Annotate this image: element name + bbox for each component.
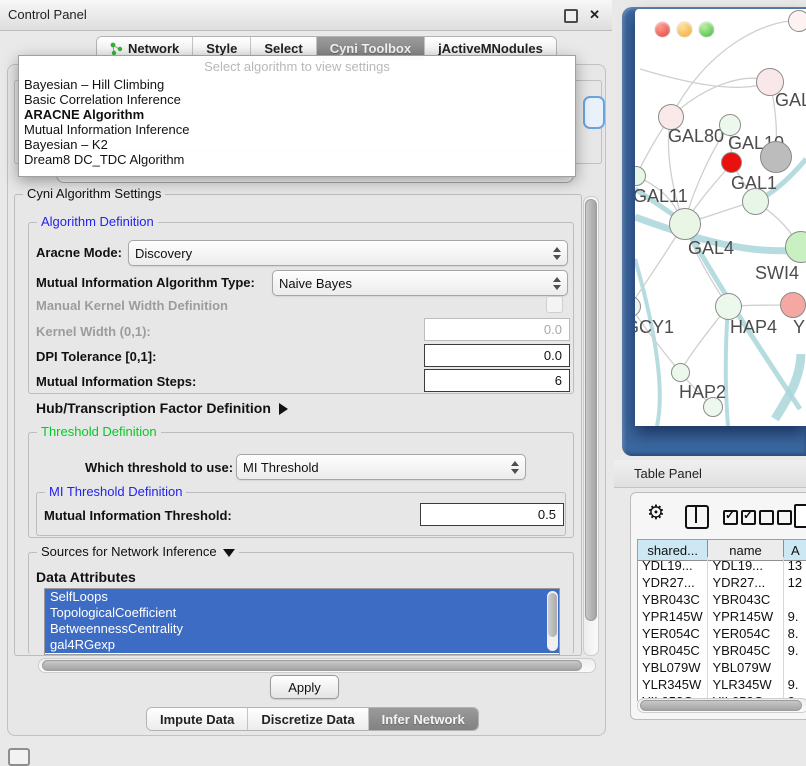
aracne-mode-combobox[interactable]: Discovery xyxy=(128,240,568,266)
kernel-width-field[interactable]: 0.0 xyxy=(424,318,570,341)
aracne-mode-label: Aracne Mode: xyxy=(36,245,122,260)
table-row[interactable]: YER054CYER054C8. xyxy=(638,625,806,642)
minimized-panel-icon[interactable] xyxy=(8,748,30,766)
combo-arrows-icon xyxy=(545,247,561,260)
network-node-hap4[interactable] xyxy=(715,293,742,320)
node-label: GAL11 xyxy=(635,186,688,207)
data-attributes-label: Data Attributes xyxy=(36,569,136,585)
manual-kernel-width-checkbox[interactable] xyxy=(546,296,563,313)
combo-arrows-icon xyxy=(545,277,561,290)
settings-horizontal-scrollbar[interactable] xyxy=(38,658,596,673)
network-node-pink[interactable] xyxy=(780,292,806,318)
network-view-frame: GAL GAL80 GAL10 GAL1 GAL11 SWI4 GAL4 GCY… xyxy=(622,7,806,456)
control-panel-titlebar: Control Panel ✕ xyxy=(0,0,612,31)
network-node-gray[interactable] xyxy=(760,141,792,173)
table-horizontal-scrollbar[interactable] xyxy=(637,698,806,713)
table-header-row: shared... name A xyxy=(638,540,806,557)
sources-group-title[interactable]: Sources for Network Inference xyxy=(37,544,239,559)
network-edges xyxy=(635,9,806,426)
which-threshold-label: Which threshold to use: xyxy=(85,460,233,475)
threshold-definition-title: Threshold Definition xyxy=(37,424,161,439)
table-row[interactable]: YBR043CYBR043C xyxy=(638,591,806,608)
table-row[interactable]: YLR345WYLR345W9. xyxy=(638,676,806,693)
algorithm-dropdown-popup: Select algorithm to view settings Bayesi… xyxy=(18,55,576,177)
menu-item-selected[interactable]: ARACNE Algorithm xyxy=(19,107,575,122)
select-all-checkboxes-icon[interactable] xyxy=(723,510,756,528)
network-node-red[interactable] xyxy=(721,152,742,173)
network-node-partial-bottom[interactable] xyxy=(703,397,723,417)
mi-algorithm-type-combobox[interactable]: Naive Bayes xyxy=(272,270,568,296)
menu-item[interactable]: Mutual Information Inference xyxy=(19,122,575,137)
tab-discretize-data[interactable]: Discretize Data xyxy=(248,708,368,730)
dpi-tolerance-field[interactable]: 0.0 xyxy=(424,344,570,367)
network-node-hap2[interactable] xyxy=(671,363,690,382)
popup-placeholder: Select algorithm to view settings xyxy=(19,56,575,77)
kernel-width-label: Kernel Width (0,1): xyxy=(36,324,151,339)
menu-item[interactable]: Bayesian – Hill Climbing xyxy=(19,77,575,92)
tab-impute-data[interactable]: Impute Data xyxy=(147,708,248,730)
dpi-tolerance-label: DPI Tolerance [0,1]: xyxy=(36,349,156,364)
node-label: HAP4 xyxy=(730,317,777,338)
mi-threshold-definition-title: MI Threshold Definition xyxy=(45,484,186,499)
which-threshold-combobox[interactable]: MI Threshold xyxy=(236,454,526,480)
export-table-icon[interactable] xyxy=(794,504,806,528)
mi-steps-label: Mutual Information Steps: xyxy=(36,374,196,389)
algorithm-definition-title: Algorithm Definition xyxy=(37,214,158,229)
close-icon[interactable]: ✕ xyxy=(589,7,600,23)
mi-algorithm-type-label: Mutual Information Algorithm Type: xyxy=(36,275,255,290)
hub-definition-expander[interactable]: Hub/Transcription Factor Definition xyxy=(36,400,288,416)
list-item[interactable]: gal4RGexp xyxy=(45,637,559,653)
node-label: GCY1 xyxy=(635,317,674,338)
column-visibility-icon[interactable] xyxy=(685,505,709,529)
node-label: SWI4 xyxy=(755,263,799,284)
menu-item[interactable]: Basic Correlation Inference xyxy=(19,92,575,107)
mi-threshold-field[interactable]: 0.5 xyxy=(420,503,564,526)
float-panel-icon[interactable] xyxy=(564,9,578,23)
manual-kernel-width-label: Manual Kernel Width Definition xyxy=(36,298,228,313)
node-label: GAL xyxy=(775,90,806,111)
apply-button[interactable]: Apply xyxy=(270,675,339,699)
table-row[interactable]: YBL079WYBL079W xyxy=(638,659,806,676)
node-label: GAL80 xyxy=(668,126,724,147)
menu-item[interactable]: Dream8 DC_TDC Algorithm xyxy=(19,152,575,167)
table-row[interactable]: YDL19...YDL19...13 xyxy=(638,557,806,574)
network-node-partial-top[interactable] xyxy=(788,10,806,32)
settings-vertical-scrollbar[interactable] xyxy=(583,196,599,656)
data-attributes-list[interactable]: SelfLoops TopologicalCoefficient Between… xyxy=(44,588,560,655)
table-row[interactable]: YBR045CYBR045C9. xyxy=(638,642,806,659)
node-label: Y xyxy=(793,317,805,338)
network-tab-icon xyxy=(110,42,123,55)
combo-arrows-icon xyxy=(503,461,519,474)
list-item[interactable]: BetweennessCentrality xyxy=(45,621,559,637)
settings-group-title: Cyni Algorithm Settings xyxy=(23,186,165,201)
expander-collapsed-icon xyxy=(279,403,288,415)
tab-infer-network[interactable]: Infer Network xyxy=(369,708,478,730)
table-panel-title: Table Panel xyxy=(634,466,702,481)
table-panel-titlebar: Table Panel xyxy=(614,460,806,488)
mi-steps-field[interactable]: 6 xyxy=(424,369,570,392)
mi-threshold-label: Mutual Information Threshold: xyxy=(44,508,232,523)
expander-expanded-icon xyxy=(223,549,235,557)
node-table: shared... name A YDL19...YDL19...13 YDR2… xyxy=(637,539,806,701)
table-row[interactable]: YPR145WYPR145W9. xyxy=(638,608,806,625)
list-item[interactable]: SelfLoops xyxy=(45,589,559,605)
network-node-gal4[interactable] xyxy=(669,208,701,240)
panel-title: Control Panel xyxy=(8,7,87,22)
cyni-mode-tabs: Impute Data Discretize Data Infer Networ… xyxy=(146,707,479,731)
table-panel: ⚙ shared... name A YDL19...YDL19...13 YD… xyxy=(630,492,806,720)
list-item[interactable]: TopologicalCoefficient xyxy=(45,605,559,621)
deselect-all-checkboxes-icon[interactable] xyxy=(759,510,792,528)
network-node-gal1[interactable] xyxy=(742,188,769,215)
table-row[interactable]: YDR27...YDR27...12 xyxy=(638,574,806,591)
network-window[interactable]: GAL GAL80 GAL10 GAL1 GAL11 SWI4 GAL4 GCY… xyxy=(635,9,806,426)
gear-icon[interactable]: ⚙ xyxy=(647,503,665,523)
node-label: GAL4 xyxy=(688,238,734,259)
algorithm-combobox-focus-edge[interactable] xyxy=(583,96,605,129)
menu-item[interactable]: Bayesian – K2 xyxy=(19,137,575,152)
attributes-scrollbar[interactable] xyxy=(547,591,558,651)
